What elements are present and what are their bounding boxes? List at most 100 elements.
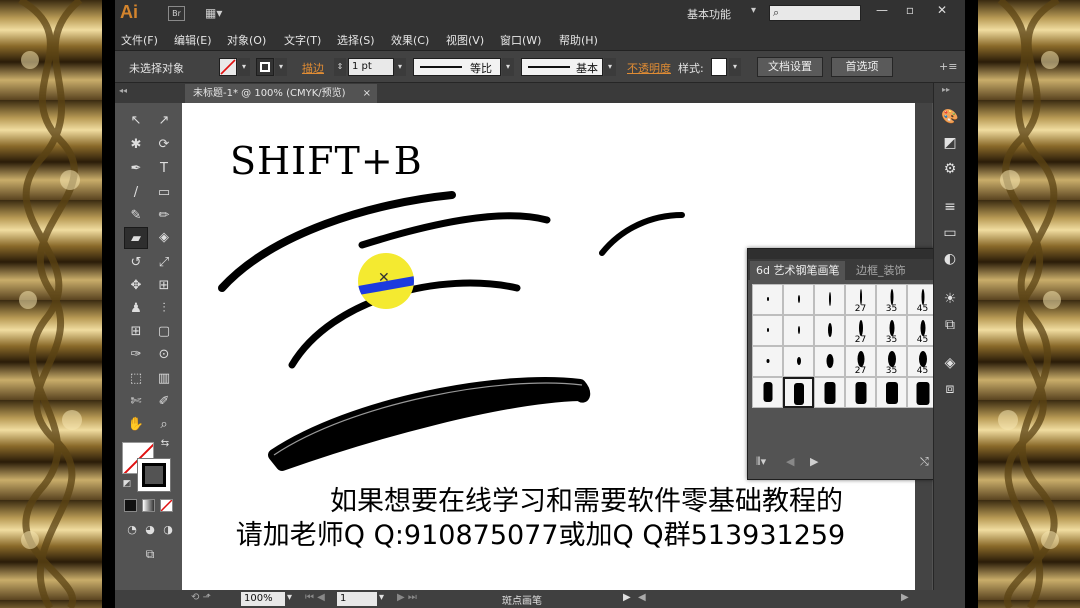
blob-brush-tool-icon[interactable]: ▰ — [124, 227, 148, 249]
zoom-tool-icon[interactable]: ⌕ — [152, 414, 176, 436]
brush-swatch[interactable] — [752, 284, 783, 315]
brush-swatch[interactable] — [783, 284, 814, 315]
column-graph-tool-icon[interactable]: ▥ — [152, 368, 176, 390]
preferences-button[interactable]: 首选项 — [831, 57, 893, 77]
eyedropper-tool-icon[interactable]: ✑ — [124, 344, 148, 366]
control-panel-menu-icon[interactable]: +≡ — [939, 60, 957, 73]
brush-swatch[interactable] — [814, 377, 845, 408]
gradient-mode-button[interactable] — [142, 499, 155, 512]
brush-swatch[interactable] — [783, 346, 814, 377]
scroll-left-icon[interactable]: ◀ — [638, 592, 646, 603]
collapse-panel-icon[interactable]: ◂◂ — [119, 86, 127, 95]
brush-swatch[interactable] — [752, 315, 783, 346]
stroke-panel-icon[interactable]: ≡ — [940, 197, 960, 217]
menu-help[interactable]: 帮助(H) — [559, 32, 598, 48]
gradient-tool-icon[interactable]: ▢ — [152, 321, 176, 343]
menu-effect[interactable]: 效果(C) — [391, 32, 429, 48]
shape-builder-tool-icon[interactable]: ♟ — [124, 298, 148, 320]
mesh-tool-icon[interactable]: ⊞ — [124, 321, 148, 343]
brush-swatch[interactable] — [814, 315, 845, 346]
pencil-tool-icon[interactable]: ✏ — [152, 205, 176, 227]
profile-dropdown[interactable]: ▾ — [502, 58, 514, 76]
type-tool-icon[interactable]: T — [152, 158, 176, 180]
symbol-sprayer-tool-icon[interactable]: ⬚ — [124, 368, 148, 390]
stroke-weight-dropdown[interactable]: ▾ — [394, 58, 406, 76]
brush-library-menu-icon[interactable]: ⫴▾ — [756, 455, 766, 469]
width-tool-icon[interactable]: ✥ — [124, 275, 148, 297]
artboard-nav-icon[interactable]: ⟲ ⬏ — [191, 592, 211, 603]
brush-swatch[interactable] — [783, 315, 814, 346]
artboard-number-input[interactable]: 1 — [337, 592, 377, 606]
brush-swatch[interactable]: 35 — [876, 346, 907, 377]
document-setup-button[interactable]: 文档设置 — [757, 57, 823, 77]
menu-type[interactable]: 文字(T) — [284, 32, 321, 48]
menu-window[interactable]: 窗口(W) — [500, 32, 541, 48]
style-dropdown[interactable]: ▾ — [729, 58, 741, 76]
brush-swatch[interactable]: 35 — [876, 284, 907, 315]
bridge-button[interactable]: Br — [168, 6, 185, 21]
brush-dropdown[interactable]: ▾ — [604, 58, 616, 76]
artboards-panel-icon[interactable]: ⧈ — [940, 379, 960, 399]
close-tab-icon[interactable]: × — [363, 84, 371, 103]
lasso-tool-icon[interactable]: ⟳ — [152, 134, 176, 156]
free-transform-tool-icon[interactable]: ⊞ — [152, 275, 176, 297]
rotate-tool-icon[interactable]: ↺ — [124, 252, 148, 274]
magic-wand-tool-icon[interactable]: ✱ — [124, 134, 148, 156]
stroke-color-swatch[interactable] — [256, 58, 274, 76]
scroll-right-icon[interactable]: ▶ — [901, 592, 909, 603]
eraser-tool-icon[interactable]: ◈ — [152, 227, 176, 249]
fill-dropdown[interactable]: ▾ — [238, 58, 250, 76]
brush-swatch[interactable] — [814, 346, 845, 377]
brush-swatch[interactable]: 35 — [876, 315, 907, 346]
maximize-button[interactable]: ▫ — [897, 3, 923, 18]
brush-swatch[interactable] — [752, 346, 783, 377]
line-tool-icon[interactable]: / — [124, 182, 148, 204]
menu-edit[interactable]: 编辑(E) — [174, 32, 212, 48]
stroke-swatch[interactable] — [137, 458, 171, 492]
layers-panel-icon[interactable]: ◈ — [940, 353, 960, 373]
transparency-panel-icon[interactable]: ◐ — [940, 249, 960, 269]
arrange-documents-icon[interactable]: ▦▾ — [205, 6, 229, 21]
graphic-styles-panel-icon[interactable]: ⧉ — [940, 315, 960, 335]
next-library-icon[interactable]: ▶ — [810, 455, 818, 468]
direct-selection-tool-icon[interactable]: ↗ — [152, 110, 176, 132]
brush-swatch[interactable] — [845, 377, 876, 408]
hand-tool-icon[interactable]: ✋ — [124, 414, 148, 436]
status-menu-arrow[interactable]: ▶ — [623, 592, 631, 603]
appearance-panel-icon[interactable]: ☀ — [940, 289, 960, 309]
last-artboard-button[interactable]: ▶ ⏭ — [397, 592, 417, 603]
brush-swatch[interactable]: 27 — [845, 315, 876, 346]
variable-width-profile[interactable]: 等比 — [413, 58, 501, 76]
brush-swatch[interactable] — [752, 377, 783, 408]
blend-tool-icon[interactable]: ⊙ — [152, 344, 176, 366]
canvas-area[interactable]: SHIFT+B ✕ 如果想要在线学习和需要软件零基础教程的 请加老师Q Q:91… — [182, 103, 965, 590]
brush-swatch[interactable]: 27 — [845, 284, 876, 315]
stroke-link[interactable]: 描边 — [302, 60, 324, 76]
color-mode-button[interactable] — [124, 499, 137, 512]
menu-object[interactable]: 对象(O) — [227, 32, 266, 48]
selection-tool-icon[interactable]: ↖ — [124, 110, 148, 132]
color-panel-icon[interactable]: 🎨 — [940, 107, 960, 127]
screen-mode-icon[interactable]: ⧉ — [138, 543, 162, 565]
gradient-panel-icon[interactable]: ▭ — [940, 223, 960, 243]
swap-fill-stroke-icon[interactable]: ⇆ — [158, 437, 172, 451]
brush-swatch[interactable] — [876, 377, 907, 408]
stroke-weight-input[interactable]: 1 pt — [348, 58, 394, 76]
menu-view[interactable]: 视图(V) — [446, 32, 484, 48]
draw-inside-icon[interactable]: ◑ — [156, 519, 180, 541]
help-search-input[interactable]: ⌕ — [769, 5, 861, 21]
chevron-down-icon[interactable]: ▾ — [751, 5, 756, 16]
stroke-dropdown[interactable]: ▾ — [275, 58, 287, 76]
perspective-grid-tool-icon[interactable]: ⫶ — [152, 298, 176, 320]
scale-tool-icon[interactable]: ⤢ — [152, 252, 176, 274]
graphic-style-swatch[interactable] — [711, 58, 727, 76]
workspace-switcher[interactable]: 基本功能 — [687, 6, 731, 22]
rectangle-tool-icon[interactable]: ▭ — [152, 182, 176, 204]
tab-border-decorative[interactable]: 边框_装饰 — [850, 261, 912, 280]
minimize-button[interactable]: — — [869, 3, 895, 18]
none-mode-button[interactable] — [160, 499, 173, 512]
brush-swatch[interactable] — [814, 284, 845, 315]
menu-select[interactable]: 选择(S) — [337, 32, 375, 48]
pen-tool-icon[interactable]: ✒ — [124, 158, 148, 180]
close-button[interactable]: ✕ — [929, 3, 955, 18]
